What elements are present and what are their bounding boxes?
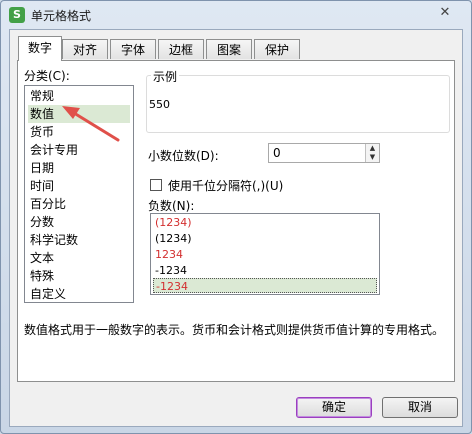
annotation-arrow-head (62, 106, 80, 119)
tab-number[interactable]: 数字 (18, 36, 62, 61)
annotation-arrow-shaft (72, 111, 120, 142)
annotation-arrow-icon (62, 106, 120, 142)
